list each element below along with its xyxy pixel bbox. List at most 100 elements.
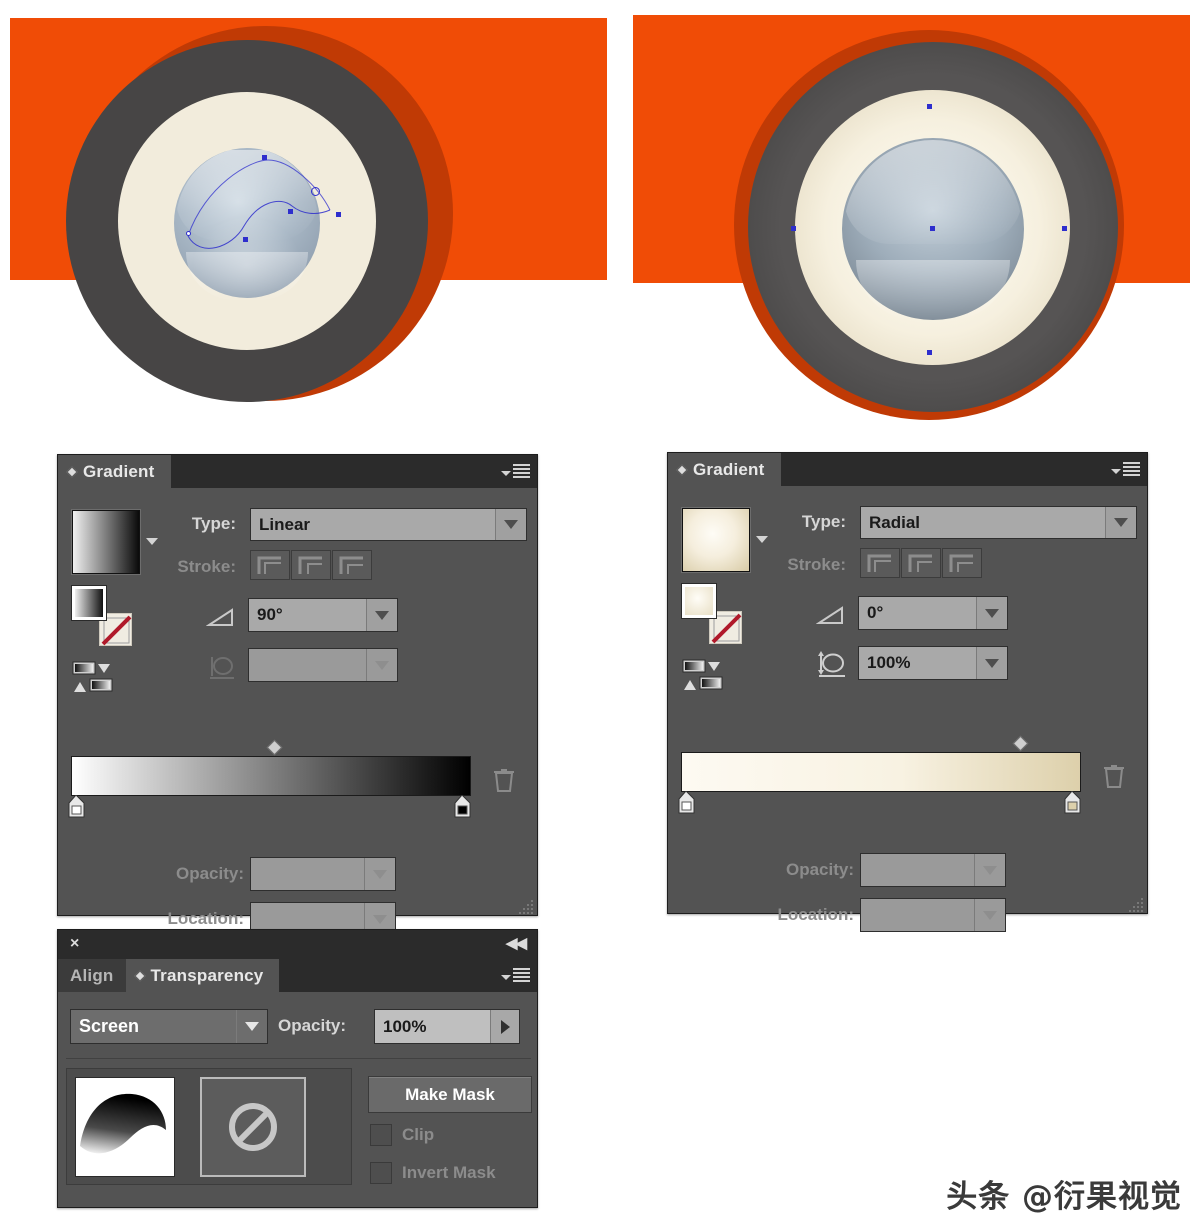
stop-opacity-field[interactable] [860, 853, 1006, 887]
collapse-icon[interactable]: ◀◀ [506, 936, 527, 952]
fill-stroke-indicator[interactable] [72, 586, 132, 646]
no-mask-thumbnail[interactable] [200, 1077, 306, 1177]
close-icon[interactable]: × [70, 936, 79, 952]
anchor-point[interactable] [930, 226, 935, 231]
opacity-value[interactable]: 100% [375, 1010, 491, 1043]
panel-resize-grip[interactable] [517, 898, 533, 914]
mask-preview-shape [76, 1078, 174, 1176]
anchor-point[interactable] [243, 237, 248, 242]
gradient-slider-bar[interactable] [681, 752, 1081, 792]
invert-mask-checkbox[interactable] [370, 1162, 392, 1184]
gradient-stop-end[interactable] [1064, 790, 1081, 814]
angle-value[interactable]: 0° [859, 597, 977, 629]
panel-menu-icon[interactable] [500, 463, 530, 481]
stroke-gradient-type-buttons[interactable] [860, 548, 983, 578]
location-dropdown-icon[interactable] [975, 899, 1005, 931]
gradient-stop-icon [68, 794, 85, 818]
stroke-across-button[interactable] [942, 548, 982, 578]
path-overlay-left [187, 159, 331, 249]
panel-dock-bar: × ◀◀ [58, 930, 537, 958]
panel-resize-grip[interactable] [1127, 896, 1143, 912]
gradient-swatch-dropdown-icon[interactable] [146, 538, 158, 545]
make-mask-button[interactable]: Make Mask [368, 1076, 532, 1113]
anchor-point[interactable] [288, 209, 293, 214]
gradient-swap-icon[interactable] [72, 660, 116, 699]
stop-opacity-field[interactable] [250, 857, 396, 891]
stroke-within-icon [257, 556, 281, 574]
stroke-gradient-type-buttons[interactable] [250, 550, 373, 580]
opacity-dropdown-icon[interactable] [365, 858, 395, 890]
panel-menu-icon[interactable] [1110, 461, 1140, 479]
stroke-along-button[interactable] [901, 548, 941, 578]
angle-field[interactable]: 0° [858, 596, 1008, 630]
gradient-stop-start[interactable] [68, 794, 85, 818]
fill-swatch[interactable] [72, 586, 106, 620]
opacity-dropdown-icon[interactable] [975, 854, 1005, 886]
gradient-slider-bar[interactable] [71, 756, 471, 796]
type-label: Type: [191, 514, 236, 533]
anchor-point[interactable] [927, 350, 932, 355]
opacity-stepper-icon[interactable] [491, 1010, 519, 1043]
blend-mode-dropdown-icon[interactable] [237, 1010, 267, 1043]
trash-icon [494, 769, 514, 792]
stroke-across-button[interactable] [332, 550, 372, 580]
tab-align[interactable]: Align [58, 959, 126, 992]
anchor-point[interactable] [1062, 226, 1067, 231]
panel-menu-icon[interactable] [500, 967, 530, 985]
gradient-stop-start[interactable] [678, 790, 695, 814]
anchor-point[interactable] [791, 226, 796, 231]
angle-icon [205, 605, 236, 634]
tab-transparency[interactable]: Transparency [125, 959, 280, 992]
opacity-field[interactable]: 100% [374, 1009, 520, 1044]
gradient-preview-swatch[interactable] [72, 510, 140, 574]
type-select[interactable]: Linear [250, 508, 527, 541]
opacity-mask-thumbnail[interactable] [75, 1077, 175, 1177]
gradient-preview-swatch[interactable] [682, 508, 750, 572]
type-dropdown-icon[interactable] [1106, 507, 1136, 538]
stroke-within-button[interactable] [860, 548, 900, 578]
stroke-along-icon [908, 554, 932, 572]
gradient-swap-icon[interactable] [682, 658, 726, 697]
stroke-within-button[interactable] [250, 550, 290, 580]
delete-stop-icon[interactable] [1102, 762, 1126, 795]
clip-checkbox[interactable] [370, 1124, 392, 1146]
panel-body: Screen Opacity: 100% Make Mask Clip Inve… [58, 992, 537, 1203]
stop-opacity-label: Opacity: [785, 860, 854, 879]
blend-mode-select[interactable]: Screen [70, 1009, 268, 1044]
tab-gradient[interactable]: Gradient [58, 455, 171, 488]
anchor-point[interactable] [262, 155, 267, 160]
aspect-dropdown-icon[interactable] [977, 647, 1007, 679]
aspect-ratio-field[interactable]: 100% [858, 646, 1008, 680]
rotation-handle[interactable] [311, 187, 320, 196]
fill-swatch[interactable] [682, 584, 716, 618]
gradient-stop-end[interactable] [454, 794, 471, 818]
fill-stroke-indicator[interactable] [682, 584, 742, 644]
gradient-midpoint-handle[interactable] [266, 739, 283, 756]
angle-field[interactable]: 90° [248, 598, 398, 632]
stop-opacity-value [861, 854, 975, 886]
aspect-ratio-value[interactable]: 100% [859, 647, 977, 679]
type-label: Type: [801, 512, 846, 531]
chevron-down-icon [501, 470, 511, 476]
hamburger-icon [513, 968, 530, 984]
hamburger-icon [513, 464, 530, 480]
gradient-swatch-dropdown-icon[interactable] [756, 536, 768, 543]
type-select[interactable]: Radial [860, 506, 1137, 539]
type-dropdown-icon[interactable] [496, 509, 526, 540]
anchor-point[interactable] [927, 104, 932, 109]
anchor-point[interactable] [186, 231, 191, 236]
anchor-point[interactable] [336, 212, 341, 217]
aspect-ratio-field[interactable] [248, 648, 398, 682]
tab-gradient[interactable]: Gradient [668, 453, 781, 486]
angle-dropdown-icon[interactable] [977, 597, 1007, 629]
stop-location-field[interactable] [860, 898, 1006, 932]
gradient-midpoint-handle[interactable] [1012, 735, 1029, 752]
stroke-along-icon [298, 556, 322, 574]
delete-stop-icon[interactable] [492, 766, 516, 799]
angle-value[interactable]: 90° [249, 599, 367, 631]
aspect-dropdown-icon[interactable] [367, 649, 397, 681]
stroke-along-button[interactable] [291, 550, 331, 580]
angle-dropdown-icon[interactable] [367, 599, 397, 631]
stop-opacity-value [251, 858, 365, 890]
stroke-label: Stroke: [177, 557, 236, 576]
